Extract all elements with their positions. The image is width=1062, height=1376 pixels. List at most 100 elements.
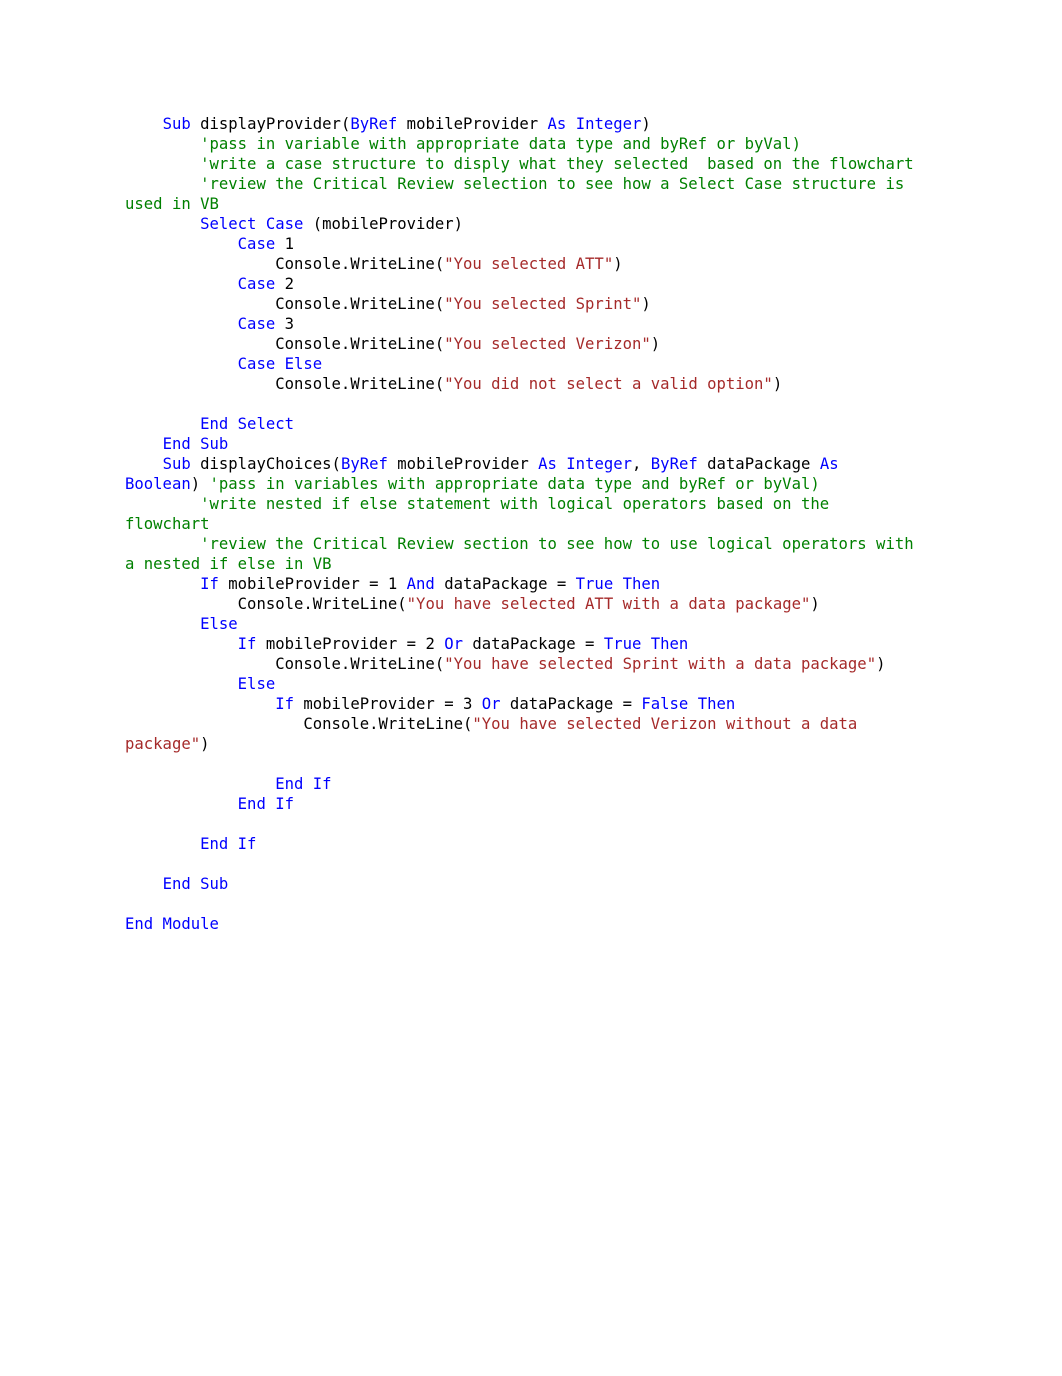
code-line: Sub displayChoices(ByRef mobileProvider …: [125, 454, 922, 494]
code-token-kw: ByRef: [340, 455, 388, 473]
code-line: Case 1: [125, 234, 922, 254]
code-token-pln: Console.WriteLine(: [125, 335, 445, 353]
code-token-pln: [125, 775, 275, 793]
code-token-pln: [125, 435, 163, 453]
code-token-pln: [125, 635, 238, 653]
code-token-pln: [125, 315, 238, 333]
code-token-kw: Else: [237, 675, 276, 693]
code-line: 'pass in variable with appropriate data …: [125, 134, 922, 154]
code-token-pln: ): [810, 595, 820, 613]
code-token-kw: End If: [275, 775, 332, 793]
code-token-kw: Sub: [162, 455, 191, 473]
code-token-kw: Integer: [566, 455, 633, 473]
code-line: Console.WriteLine("You did not select a …: [125, 374, 922, 394]
code-token-pln: displayProvider(: [190, 115, 351, 133]
code-token-pln: dataPackage =: [500, 695, 642, 713]
code-token-pln: mobileProvider = 2: [256, 635, 445, 653]
code-token-pln: displayChoices(: [190, 455, 341, 473]
code-line: End Sub: [125, 874, 922, 894]
code-token-pln: [125, 355, 238, 373]
code-token-cmt: 'pass in variables with appropriate data…: [209, 475, 820, 493]
code-token-str: "You did not select a valid option": [444, 375, 773, 393]
code-token-cmt: 'write a case structure to disply what t…: [200, 155, 914, 173]
code-token-pln: [125, 695, 275, 713]
code-token-kw: Integer: [575, 115, 642, 133]
code-token-pln: [125, 615, 200, 633]
code-token-pln: mobileProvider = 1: [218, 575, 407, 593]
code-line: Console.WriteLine("You have selected Spr…: [125, 654, 922, 674]
code-token-kw: If: [237, 635, 257, 653]
code-token-kw: Case Else: [237, 355, 323, 373]
code-token-kw: End Module: [125, 915, 219, 933]
code-line: Else: [125, 674, 922, 694]
code-token-pln: [125, 135, 200, 153]
code-token-pln: [125, 115, 163, 133]
code-line: Select Case (mobileProvider): [125, 214, 922, 234]
code-token-str: "You selected Verizon": [444, 335, 651, 353]
code-line: Console.WriteLine("You selected Verizon"…: [125, 334, 922, 354]
code-token-pln: ): [613, 255, 623, 273]
code-token-str: "You selected ATT": [444, 255, 614, 273]
code-line: End If: [125, 794, 922, 814]
code-token-pln: Console.WriteLine(: [125, 715, 473, 733]
code-token-pln: [125, 415, 200, 433]
code-token-pln: ): [200, 735, 210, 753]
code-token-pln: dataPackage: [697, 455, 820, 473]
code-line: If mobileProvider = 2 Or dataPackage = T…: [125, 634, 922, 654]
code-line: Case Else: [125, 354, 922, 374]
code-token-kw: Case: [237, 315, 276, 333]
code-token-kw: End Sub: [162, 435, 229, 453]
code-line: 'review the Critical Review section to s…: [125, 534, 922, 574]
code-token-pln: [125, 455, 163, 473]
code-token-kw: As: [547, 115, 567, 133]
code-token-pln: Console.WriteLine(: [125, 655, 445, 673]
code-token-kw: End If: [237, 795, 295, 813]
code-line: Console.WriteLine("You have selected Ver…: [125, 714, 922, 754]
code-token-pln: [125, 875, 163, 893]
code-token-pln: 1: [275, 235, 295, 253]
vb-code-listing: Sub displayProvider( ByRef mobileProvider…: [125, 114, 922, 934]
code-line: 'review the Critical Review selection to…: [125, 174, 922, 214]
code-token-kw: ByRef: [650, 455, 698, 473]
code-line: Case 3: [125, 314, 922, 334]
code-token-pln: ): [876, 655, 886, 673]
code-line: End Select: [125, 414, 922, 434]
code-token-pln: dataPackage =: [434, 575, 576, 593]
code-line: Console.WriteLine("You selected ATT"): [125, 254, 922, 274]
code-token-kw: Sub: [162, 115, 191, 133]
code-token-str: "You have selected ATT with a data packa…: [406, 595, 811, 613]
code-token-pln: ): [772, 375, 783, 393]
code-token-pln: 2: [275, 275, 295, 293]
code-line: End Sub: [125, 434, 922, 454]
code-token-str: "You selected Sprint": [444, 295, 642, 313]
code-token-pln: [125, 215, 200, 233]
code-token-kw: End Sub: [162, 875, 229, 893]
code-token-kw: Case: [237, 275, 276, 293]
code-token-pln: ): [641, 115, 651, 133]
code-token-cmt: 'write nested if else statement with log…: [125, 495, 839, 533]
code-token-kw: True Then: [603, 635, 689, 653]
code-token-pln: [125, 495, 200, 513]
code-token-cmt: 'review the Critical Review selection to…: [125, 175, 914, 213]
code-token-pln: dataPackage =: [463, 635, 604, 653]
code-token-pln: 3: [275, 315, 295, 333]
code-token-kw: True Then: [575, 575, 661, 593]
code-line: End Module: [125, 914, 922, 934]
code-token-pln: [125, 835, 200, 853]
code-line: Console.WriteLine("You selected Sprint"): [125, 294, 922, 314]
code-line: Console.WriteLine("You have selected ATT…: [125, 594, 922, 614]
code-token-pln: [125, 675, 238, 693]
code-token-pln: ): [641, 295, 651, 313]
code-line: If mobileProvider = 1 And dataPackage = …: [125, 574, 922, 594]
code-token-pln: [125, 795, 238, 813]
code-token-pln: (mobileProvider): [303, 215, 463, 233]
code-token-kw: As: [819, 455, 839, 473]
code-token-pln: ): [190, 475, 210, 493]
code-token-pln: Console.WriteLine(: [125, 595, 407, 613]
code-token-pln: [125, 535, 200, 553]
